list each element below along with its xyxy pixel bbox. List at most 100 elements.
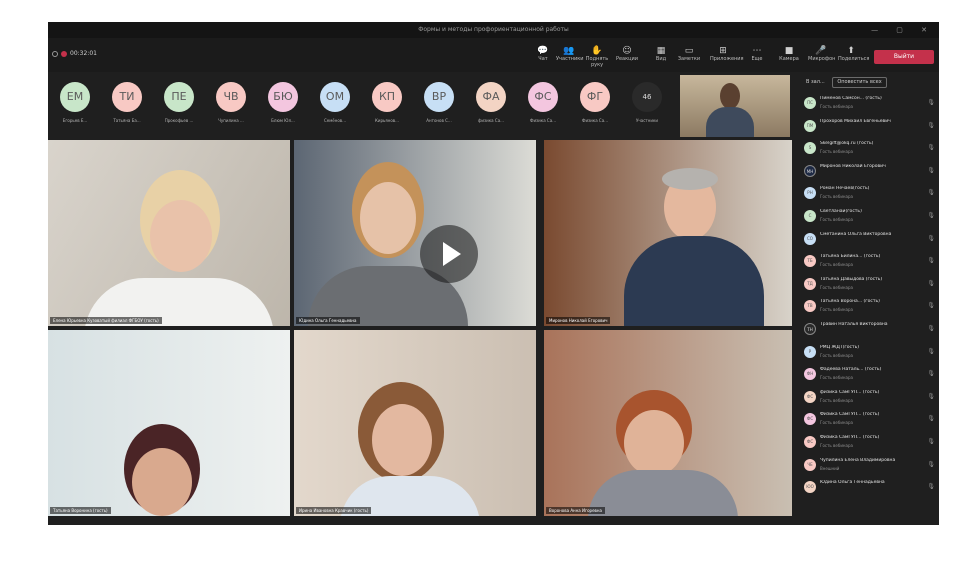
participant-avatar[interactable]: 46 Участники [629, 82, 665, 123]
avatar-name: Прокофьев ... [164, 118, 194, 123]
toolbar-button-6[interactable]: ⊞ Приложения [710, 46, 744, 62]
participant-avatar: ЧЕ [804, 458, 816, 471]
participant-avatar: МН [804, 164, 816, 177]
notify-all-button[interactable]: Оповестить всех [832, 77, 887, 88]
toolbar-button-label: Еще [751, 56, 763, 62]
participant-row[interactable]: ТД Татьяна Давыдова (гость) Гость вебинара… [800, 273, 939, 296]
participant-name: Физика СамГУП... (гость) [820, 412, 880, 418]
participant-avatar: Р [804, 345, 816, 358]
participant-row[interactable]: ФС Физика СамГУП... (гость) Гость вебинара… [800, 408, 939, 431]
video-tile[interactable]: Воронова Анна Игоревна [544, 330, 792, 516]
participant-avatar: ТВ [804, 300, 816, 313]
video-tile[interactable]: Ирина Ивановна Кравчик (гость) [294, 330, 536, 516]
toolbar-button-5[interactable]: ▭ Заметки [676, 46, 702, 62]
toolbar-button-3[interactable]: ☺ Реакции [614, 46, 640, 62]
tile-name: Воронова Анна Игоревна [546, 507, 605, 514]
play-button[interactable] [420, 225, 478, 283]
toolbar-button-9[interactable]: 🎤 Микрофон [808, 46, 835, 62]
participant-row[interactable]: ПС Пименов Самсон... (гость) Гость вебинар… [800, 92, 939, 115]
toolbar-button-label: Заметки [677, 56, 701, 62]
mic-muted-icon: 🎙 [927, 99, 935, 106]
participant-row[interactable]: ЧЕ Чупилина Елена Владимировна Внешний 🎙 [800, 454, 939, 477]
teams-meeting-window: Формы и методы профориентационной работы… [48, 22, 939, 525]
participant-avatar[interactable]: ПЕ Прокофьев ... [161, 82, 197, 123]
timer-text: 00:32:01 [70, 50, 97, 57]
share-icon: ⬆ [847, 46, 855, 56]
participant-row[interactable]: ТН Травин Наталья Викторовна 🎙 [800, 318, 939, 341]
apps-icon: ⊞ [719, 46, 727, 56]
toolbar-button-label: Реакции [615, 56, 639, 62]
participant-row[interactable]: СО Сметанина Ольга Викторовна 🎙 [800, 228, 939, 251]
mic-muted-icon: 🎙 [927, 234, 935, 242]
participant-avatar[interactable]: ЧВ Чупилина ... [213, 82, 249, 123]
raise-hand-icon: ✋ [591, 46, 603, 56]
tile-name: Миронов Николай Егорович [546, 317, 611, 324]
toolbar-button-label: Камера [779, 56, 799, 62]
avatar-name: Семёнов... [324, 118, 346, 123]
participant-avatar[interactable]: ОМ Семёнов... [317, 82, 353, 123]
toolbar-button-label: Приложения [710, 56, 744, 62]
avatar-initials: ОМ [320, 82, 350, 112]
video-tile[interactable]: Елена Юрьевна Кузоватый филиал ФГБОУ (го… [48, 140, 290, 326]
participant-row[interactable]: МН Миронов Николай Егорович 🎙 [800, 160, 939, 183]
participant-row[interactable]: ПМ Прохоров Михаил Евгеньевич 🎙 [800, 115, 939, 138]
video-tile[interactable]: Миронов Николай Егорович [544, 140, 792, 326]
video-tile[interactable]: Татьяна Воронина (гость) [48, 330, 290, 516]
participant-row[interactable]: ТБ Татьяна Билина... (гость) Гость вебинар… [800, 250, 939, 273]
chat-icon: 💬 [537, 46, 549, 56]
participant-avatar[interactable]: ТИ Татьяна Ба... [109, 82, 145, 123]
mic-muted-icon: 🎙 [927, 279, 935, 287]
participant-row[interactable]: ФС Физика СамГУП... (гость) Гость вебинара… [800, 431, 939, 454]
participant-row[interactable]: Р РМЦ ЖДТ(гость) Гость вебинара 🎙 [800, 341, 939, 364]
panel-search[interactable]: В зал... [806, 79, 825, 85]
video-grid: Елена Юрьевна Кузоватый филиал ФГБОУ (го… [48, 140, 794, 525]
participant-status: Гость вебинара [820, 262, 853, 268]
participant-avatar: СО [804, 232, 816, 245]
participant-row[interactable]: ФС физика СамГУП... (гость) Гость вебинара… [800, 386, 939, 409]
participant-row[interactable]: ТВ Татьяна Ворона... (гость) Гость вебинар… [800, 295, 939, 318]
tile-name: Ирина Ивановна Кравчик (гость) [296, 507, 372, 514]
participant-avatar[interactable]: ФГ Физика Са... [577, 82, 613, 123]
participant-avatar[interactable]: ЕМ Егорьев Е... [57, 82, 93, 123]
video-tile[interactable]: Юдина Ольга Геннадьевна [294, 140, 536, 326]
participant-avatar[interactable]: КП Кирьянов... [369, 82, 405, 123]
toolbar-button-10[interactable]: ⬆ Поделиться [838, 46, 869, 62]
mic-muted-icon: 🎙 [927, 483, 935, 491]
participant-avatar[interactable]: ФА физика Са... [473, 82, 509, 123]
meeting-timer: 00:32:01 [52, 50, 97, 57]
title-bar: Формы и методы профориентационной работы… [48, 22, 939, 38]
participant-avatar[interactable]: ФС Физика Са... [525, 82, 561, 123]
avatar-name: Татьяна Ба... [113, 118, 141, 123]
participant-status: Гость вебинара [820, 375, 853, 381]
shield-icon [52, 50, 58, 57]
mic-muted-icon: 🎙 [927, 392, 935, 400]
participant-row[interactable]: S Skelgift@okq.ru (гость) Гость вебинара 🎙 [800, 137, 939, 160]
toolbar-button-0[interactable]: 💬 Чат [530, 46, 556, 62]
toolbar-button-8[interactable]: ■ Камера [776, 46, 802, 62]
leave-button[interactable]: Выйти [874, 50, 934, 64]
participant-name: Юдина Ольга Геннадьевна [820, 480, 885, 486]
window-controls[interactable]: — ▢ ✕ [871, 22, 935, 38]
participant-row[interactable]: ФН Фадеева Наталь... (гость) Гость вебинар… [800, 363, 939, 386]
window-title: Формы и методы профориентационной работы [418, 26, 569, 33]
self-view-video[interactable] [680, 75, 790, 137]
participant-avatar[interactable]: БЮ Блюм Юл... [265, 82, 301, 123]
participant-row[interactable]: РН Роман Нечаев(гость) Гость вебинара 🎙 [800, 182, 939, 205]
participant-status: Гость вебинара [820, 104, 853, 109]
toolbar-button-1[interactable]: 👥 Участники [556, 46, 584, 62]
participant-row[interactable]: С Светланаи(гость) Гость вебинара 🎙 [800, 205, 939, 228]
participant-row[interactable]: ЮО Юдина Ольга Геннадьевна 🎙 [800, 476, 939, 499]
self-body [706, 107, 754, 137]
toolbar-button-7[interactable]: ⋯ Еще [744, 46, 770, 62]
toolbar-button-2[interactable]: ✋ Поднять руку [584, 46, 610, 68]
avatar-initials: 46 [632, 82, 662, 112]
participant-name: Роман Нечаев(гость) [820, 186, 870, 192]
participant-avatar: ЮО [804, 481, 816, 494]
participant-name: Травин Наталья Викторовна [820, 321, 888, 327]
participant-avatar: С [804, 209, 816, 222]
notes-icon: ▭ [684, 46, 694, 56]
participant-avatar[interactable]: ВР Антонов С... [421, 82, 457, 123]
avatar-initials: ЧВ [216, 82, 246, 112]
toolbar-button-4[interactable]: ▦ Вид [648, 46, 674, 62]
participant-avatar: ФН [804, 368, 816, 381]
